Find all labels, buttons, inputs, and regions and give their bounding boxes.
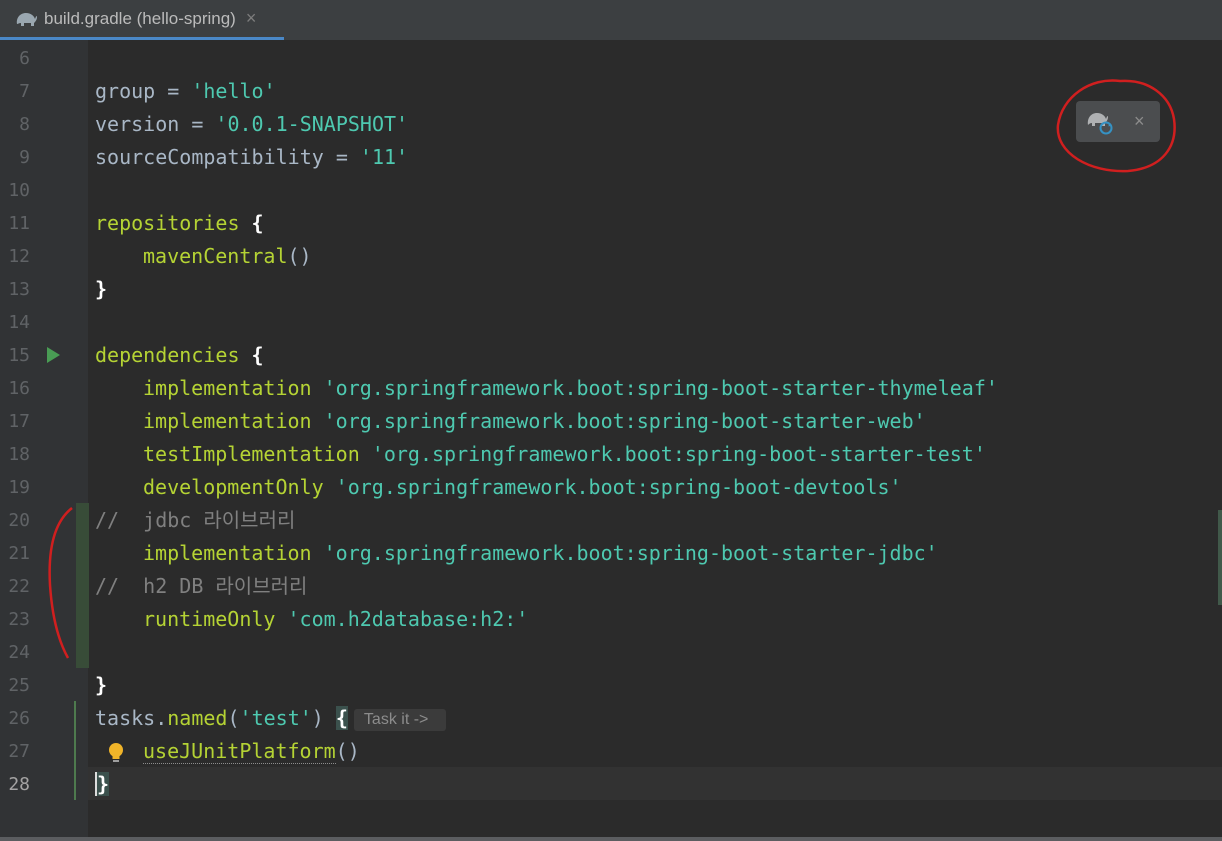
line-number: 17 — [8, 411, 30, 432]
line-number: 27 — [8, 741, 30, 762]
red-annotation-circle — [1056, 79, 1176, 173]
matched-brace: { — [335, 706, 348, 730]
code-token: ) — [311, 706, 336, 730]
brace: { — [239, 343, 264, 367]
matched-brace-caret: } — [95, 772, 110, 796]
line-number: 21 — [8, 543, 30, 564]
gradle-elephant-icon — [14, 9, 38, 29]
brace: } — [95, 673, 108, 697]
code-line-16: implementation 'org.springframework.boot… — [143, 372, 998, 405]
code-line-18: testImplementation 'org.springframework.… — [143, 438, 986, 471]
line-number: 12 — [8, 246, 30, 267]
code-line-15: dependencies { — [95, 339, 264, 372]
line-number: 24 — [8, 642, 30, 663]
code-line-7: group = 'hello' — [95, 75, 276, 108]
editor-tab-bar: build.gradle (hello-spring) × — [0, 0, 1222, 40]
string-literal: 'com.h2database:h2:' — [287, 607, 529, 631]
string-literal: 'org.springframework.boot:spring-boot-st… — [323, 376, 998, 400]
string-literal: 'org.springframework.boot:spring-boot-de… — [335, 475, 902, 499]
line-number: 10 — [8, 180, 30, 201]
line-number-current: 28 — [8, 774, 30, 795]
line-number: 13 — [8, 279, 30, 300]
code-line-11: repositories { — [95, 207, 264, 240]
code-token: sourceCompatibility — [95, 145, 324, 169]
code-token: = — [155, 79, 192, 103]
method-name: mavenCentral — [143, 244, 288, 268]
line-number: 22 — [8, 576, 30, 597]
code-token: () — [287, 244, 312, 268]
tab-build-gradle[interactable]: build.gradle (hello-spring) × — [0, 0, 284, 40]
method-name: implementation — [143, 541, 312, 565]
string-literal: 'hello' — [191, 79, 276, 103]
line-number: 15 — [8, 345, 30, 366]
inlay-hint: Task it -> — [353, 708, 447, 731]
string-literal: 'org.springframework.boot:spring-boot-st… — [323, 541, 938, 565]
comment: // h2 DB 라이브러리 — [95, 574, 308, 598]
code-line-12: mavenCentral() — [143, 240, 312, 273]
line-number: 20 — [8, 510, 30, 531]
line-number: 18 — [8, 444, 30, 465]
tab-close-icon[interactable]: × — [246, 8, 257, 29]
code-token: () — [335, 739, 360, 763]
code-line-25: } — [95, 669, 107, 702]
line-number: 6 — [19, 48, 30, 69]
code-token: tasks — [95, 706, 156, 730]
line-number: 8 — [19, 114, 30, 135]
code-token: ( — [227, 706, 240, 730]
code-line-22: // h2 DB 라이브러리 — [95, 570, 307, 603]
method-name: dependencies — [95, 343, 240, 367]
red-annotation-bracket — [48, 507, 73, 659]
code-line-23: runtimeOnly 'com.h2database:h2:' — [143, 603, 528, 636]
string-literal: '0.0.1-SNAPSHOT' — [215, 112, 409, 136]
code-token: = — [179, 112, 216, 136]
line-number: 25 — [8, 675, 30, 696]
method-name: implementation — [143, 376, 312, 400]
tab-title: build.gradle (hello-spring) — [44, 8, 236, 28]
method-name: repositories — [95, 211, 240, 235]
method-name: implementation — [143, 409, 312, 433]
code-line-17: implementation 'org.springframework.boot… — [143, 405, 926, 438]
code-line-19: developmentOnly 'org.springframework.boo… — [143, 471, 902, 504]
line-number: 14 — [8, 312, 30, 333]
method-name: named — [167, 706, 228, 730]
code-line-13: } — [95, 273, 107, 306]
line-number: 9 — [19, 147, 30, 168]
code-line-20: // jdbc 라이브러리 — [95, 504, 295, 537]
bottom-border — [0, 837, 1222, 841]
method-name: developmentOnly — [143, 475, 324, 499]
line-number: 16 — [8, 378, 30, 399]
code-line-28[interactable]: } — [95, 768, 110, 801]
comment: // jdbc 라이브러리 — [95, 508, 296, 532]
string-literal: '11' — [359, 145, 409, 169]
string-literal: 'test' — [239, 706, 312, 730]
code-line-8: version = '0.0.1-SNAPSHOT' — [95, 108, 408, 141]
code-line-21: implementation 'org.springframework.boot… — [143, 537, 938, 570]
line-number: 23 — [8, 609, 30, 630]
method-name: runtimeOnly — [143, 607, 276, 631]
line-number: 11 — [8, 213, 30, 234]
code-line-9: sourceCompatibility = '11' — [95, 141, 408, 174]
lightbulb-icon[interactable] — [106, 742, 126, 764]
method-name: testImplementation — [143, 442, 360, 466]
code-token: . — [155, 706, 168, 730]
string-literal: 'org.springframework.boot:spring-boot-st… — [371, 442, 986, 466]
line-number: 26 — [8, 708, 30, 729]
code-line-27: useJUnitPlatform() — [143, 735, 360, 768]
code-token: version — [95, 112, 180, 136]
brace: } — [95, 277, 108, 301]
brace: { — [239, 211, 264, 235]
string-literal: 'org.springframework.boot:spring-boot-st… — [323, 409, 926, 433]
line-number: 7 — [19, 81, 30, 102]
code-token: = — [323, 145, 360, 169]
line-number: 19 — [8, 477, 30, 498]
code-line-26: tasks.named('test') {Task it -> — [95, 702, 447, 735]
code-token: group — [95, 79, 156, 103]
method-name: useJUnitPlatform — [143, 739, 336, 764]
